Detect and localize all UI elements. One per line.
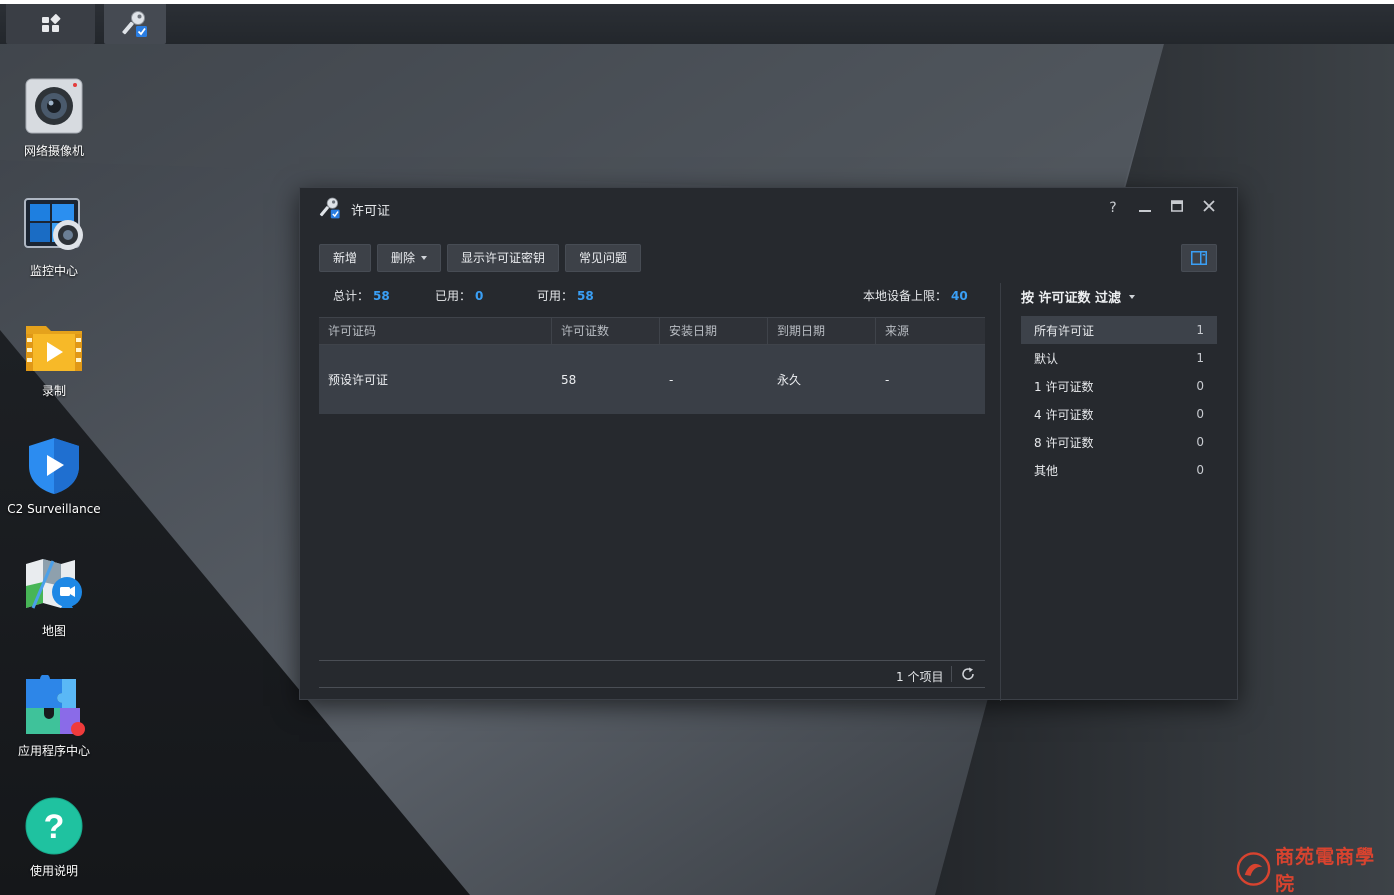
close-icon [1203,200,1215,212]
brand-logo-icon [1236,852,1271,886]
main-menu-button[interactable] [6,4,95,44]
table-row[interactable]: 预设许可证 58 - 永久 - [319,345,985,414]
maximize-icon [1171,200,1183,212]
available-stat: 可用： 58 [537,289,594,303]
filter-item-1-license[interactable]: 1 许可证数 0 [1021,372,1217,400]
minimize-button[interactable] [1135,198,1155,218]
filter-list: 所有许可证 1 默认 1 1 许可证数 0 4 许可证数 0 8 许可证数 0 其他 0 [1021,316,1217,484]
desktop-icon-label: 录制 [41,384,66,398]
toggle-side-panel-button[interactable] [1181,244,1217,272]
refresh-icon [962,667,974,680]
total-stat: 总计： 58 [333,289,390,303]
filter-item-8-license[interactable]: 8 许可证数 0 [1021,428,1217,456]
key-license-icon [318,196,342,223]
filter-dropdown[interactable]: 按 许可证数 过滤 [1021,287,1136,306]
cell-license-count: 58 [561,372,577,387]
divider [951,666,952,682]
column-header-install-date[interactable]: 安装日期 [660,318,768,344]
desktop-icon-label: 应用程序中心 [17,744,90,758]
cell-source: - [885,372,890,387]
window-titlebar[interactable]: 许可证 ? [300,188,1237,228]
side-panel-icon [1191,251,1207,265]
watermark-logo: 商苑電商學院 [1236,846,1392,895]
column-header-source[interactable]: 来源 [876,318,985,344]
filter-item-4-license[interactable]: 4 许可证数 0 [1021,400,1217,428]
help-icon: ? [25,797,83,855]
desktop-icon-c2-surveillance[interactable]: C2 Surveillance [0,434,108,516]
filter-item-default[interactable]: 默认 1 [1021,344,1217,372]
watermark-text: 商苑電商學院 [1275,846,1376,895]
divider [319,660,985,661]
taskbar [0,0,1394,44]
column-header-license-code[interactable]: 许可证码 [319,318,552,344]
license-table: 许可证码 许可证数 安装日期 到期日期 来源 预设许可证 58 - 永久 - [319,317,985,414]
toolbar: 新增 删除 显示许可证密钥 常见问题 [319,244,642,272]
c2-shield-icon [29,438,79,494]
panel-divider [1000,283,1001,701]
cell-expiry-date: 永久 [777,373,802,387]
close-button[interactable] [1199,198,1219,218]
ip-camera-icon [25,78,83,134]
grid-icon [41,14,60,32]
chevron-down-icon [1129,294,1136,299]
cell-license-code: 预设许可证 [328,373,389,387]
window-title: 许可证 [351,204,391,219]
device-limit-stat: 本地设备上限： 40 [863,289,968,303]
desktop-icon-label: 使用说明 [29,864,78,878]
minimize-icon [1139,210,1151,212]
faq-button[interactable]: 常见问题 [565,244,642,272]
used-stat: 已用： 0 [435,289,484,303]
item-count: 1 个项目 [896,670,944,684]
svg-text:?: ? [44,808,65,846]
desktop-icon-app-center[interactable]: 应用程序中心 [0,674,108,759]
table-header: 许可证码 许可证数 安装日期 到期日期 来源 [319,317,985,345]
add-button[interactable]: 新增 [319,244,372,272]
desktop-icon-monitor-center[interactable]: 监控中心 [0,194,108,279]
divider [319,687,985,688]
desktop-icon-label: C2 Surveillance [7,502,101,516]
license-taskbar-button[interactable] [104,4,166,44]
filter-item-other[interactable]: 其他 0 [1021,456,1217,484]
chevron-down-icon [421,256,428,260]
refresh-button[interactable] [961,667,977,683]
column-header-license-count[interactable]: 许可证数 [552,318,660,344]
desktop-icon-recording[interactable]: 录制 [0,314,108,399]
recording-folder-icon [26,326,82,371]
monitor-center-icon [24,198,83,250]
column-header-expiry-date[interactable]: 到期日期 [768,318,876,344]
key-license-icon [122,11,147,37]
filter-item-all[interactable]: 所有许可证 1 [1021,316,1217,344]
desktop-icon-label: 网络摄像机 [23,144,84,158]
desktop-icon-label: 地图 [41,624,66,638]
show-license-key-button[interactable]: 显示许可证密钥 [447,244,560,272]
delete-dropdown-button[interactable]: 删除 [377,244,442,272]
cell-install-date: - [669,372,674,387]
maximize-button[interactable] [1167,198,1187,218]
license-window: 许可证 ? 新增 删除 显示许可证密钥 常见问题 总计： 58 已用： 0 可用： 5… [299,187,1238,701]
help-button[interactable]: ? [1103,198,1123,218]
desktop-icon-map[interactable]: 地图 [0,554,108,639]
desktop-icon-ip-camera[interactable]: 网络摄像机 [0,74,108,159]
app-center-puzzle-icon [26,675,85,736]
desktop-icon-label: 监控中心 [29,264,78,278]
desktop-icon-help[interactable]: ? 使用说明 [0,794,108,879]
map-icon [26,559,82,609]
